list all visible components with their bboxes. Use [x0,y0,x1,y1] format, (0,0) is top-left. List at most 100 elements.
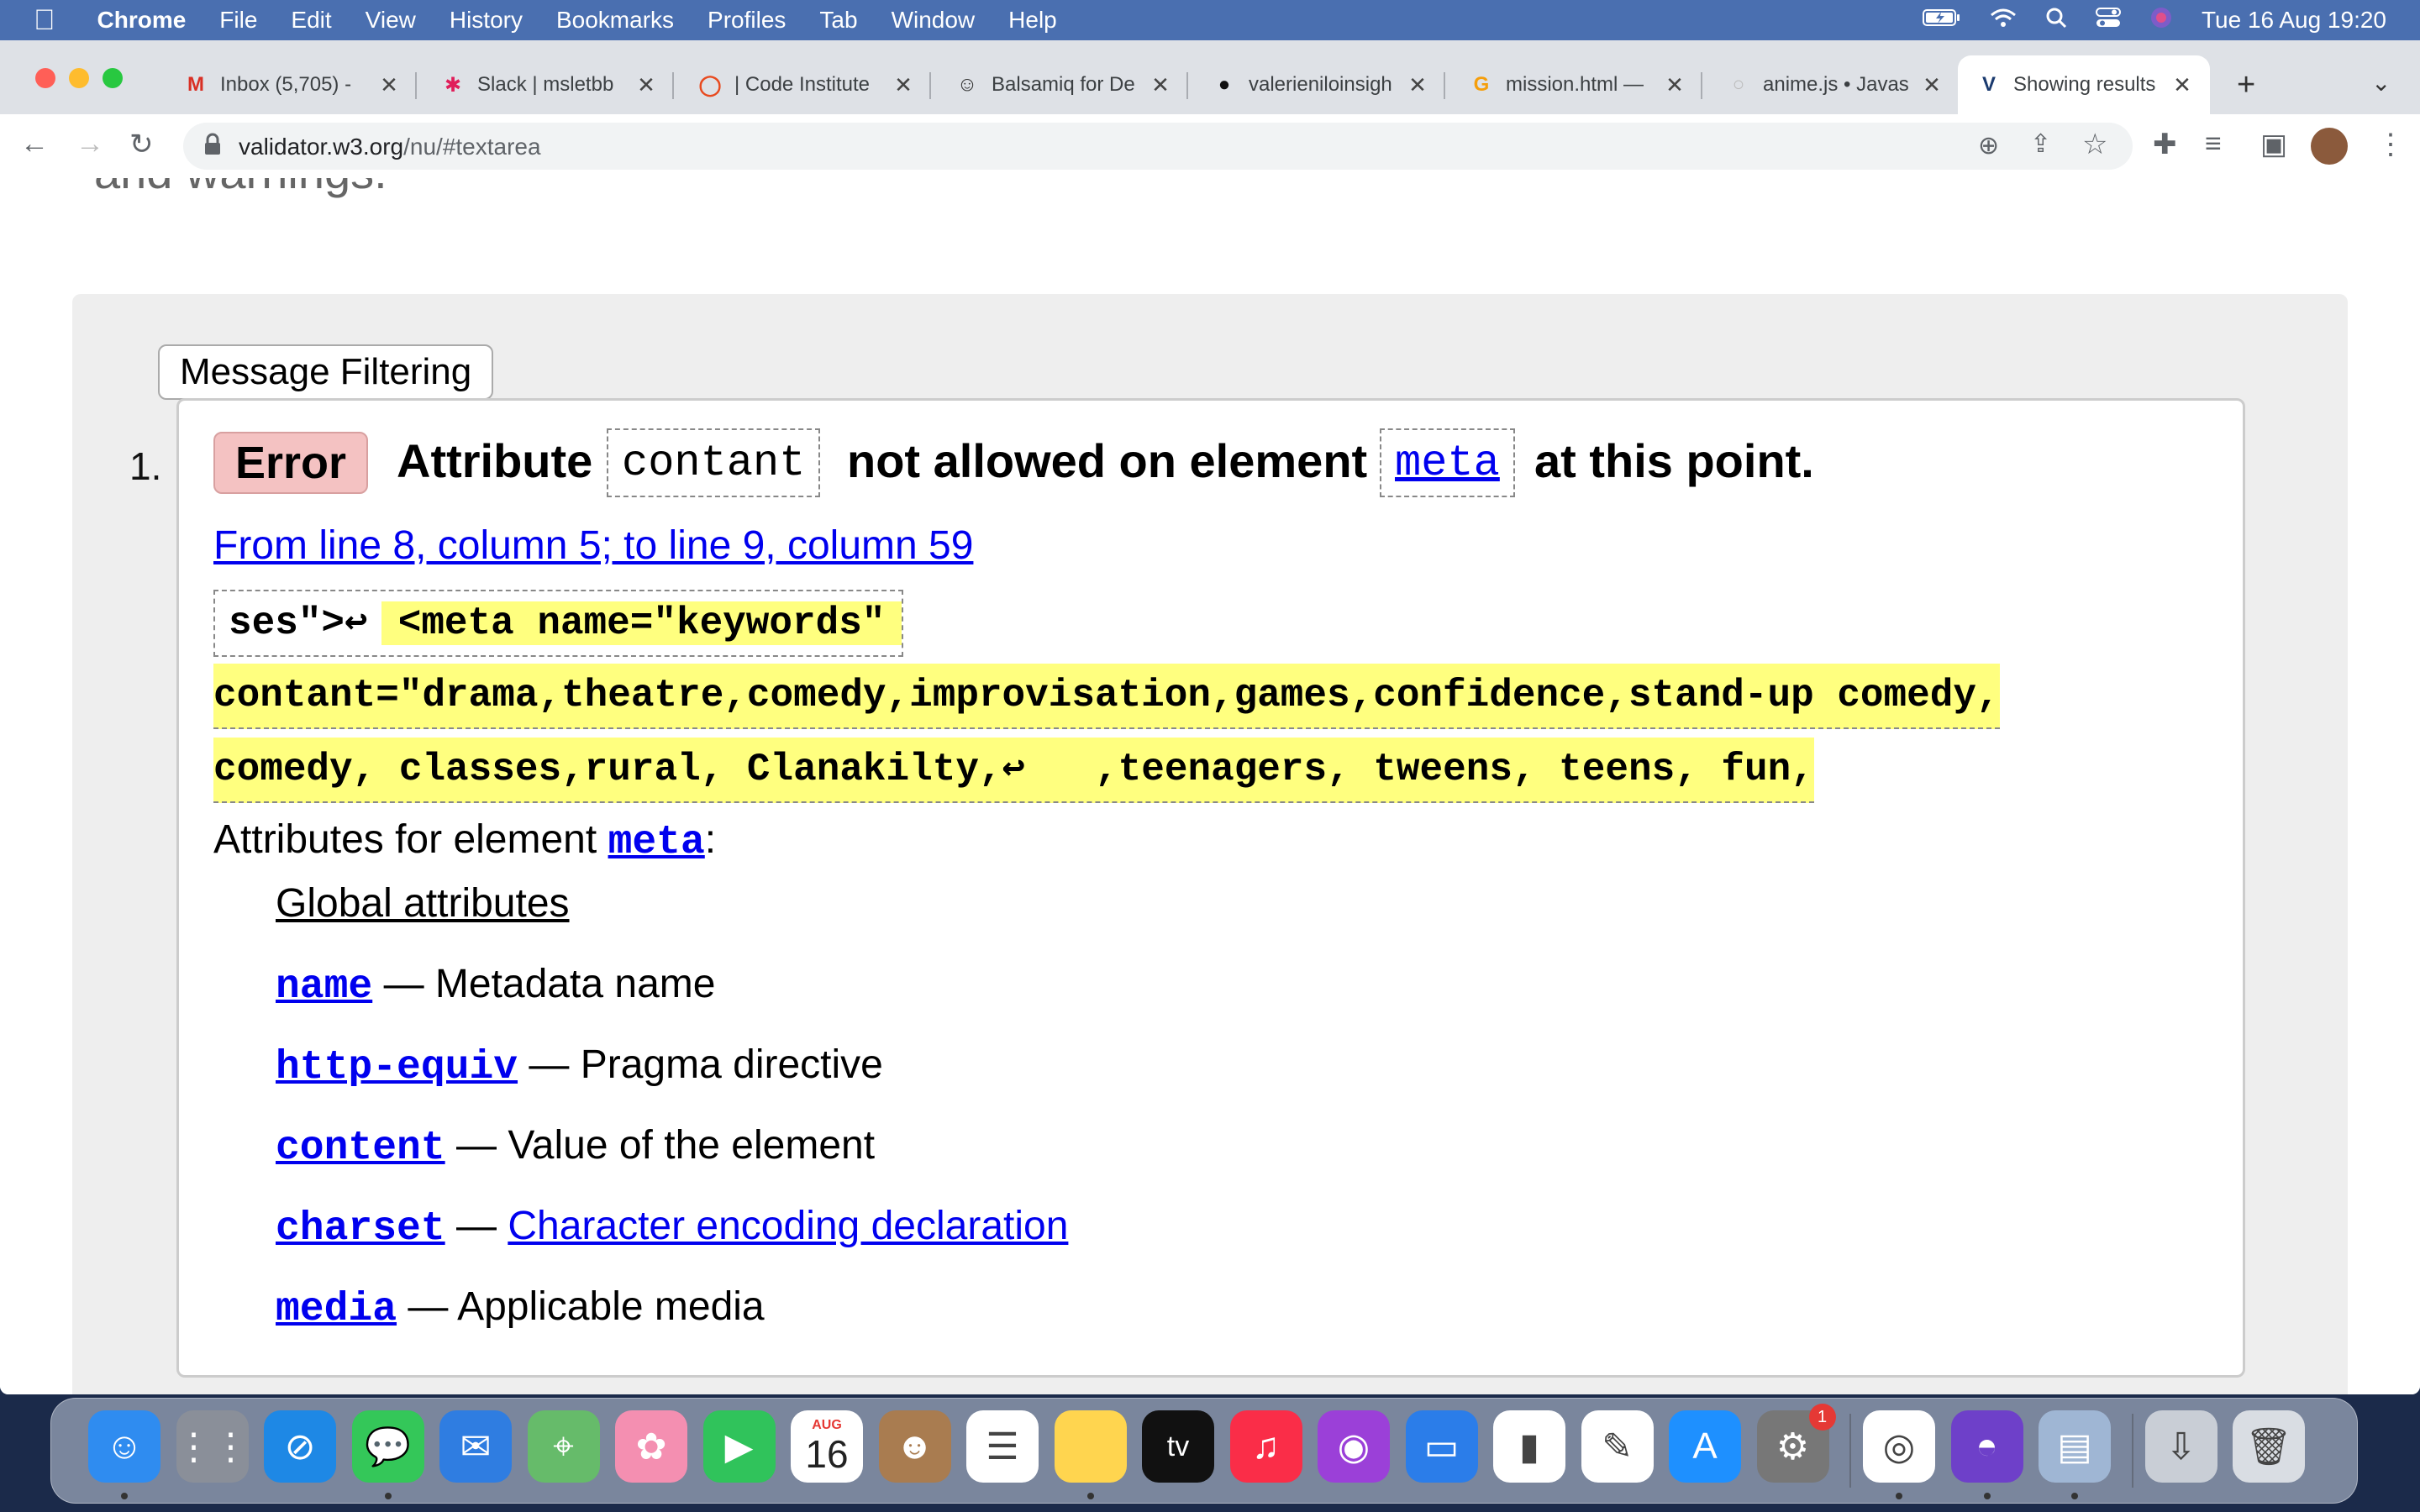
tab-title: Balsamiq for De [992,73,1135,96]
menu-window[interactable]: Window [875,7,992,34]
launchpad-icon[interactable]: ⋮⋮ [176,1410,250,1483]
close-tab-icon[interactable]: ✕ [1662,72,1687,98]
finder-icon[interactable]: ☺ [88,1410,160,1483]
pages-icon[interactable]: ✎ [1581,1410,1654,1483]
tab-slack[interactable]: ✱ Slack | msletbb ✕ [422,55,674,114]
zoom-window-button[interactable] [103,68,123,88]
messages-icon[interactable]: 💬 [351,1410,424,1483]
attribute-link[interactable]: media [276,1287,397,1332]
meta-element-link[interactable]: meta [608,820,705,865]
apple-menu-icon[interactable]:  [0,4,81,37]
tab-search-chevron-icon[interactable]: ⌄ [2371,69,2391,97]
close-tab-icon[interactable]: ✕ [891,72,916,98]
appletv-icon[interactable]: tv [1142,1410,1214,1483]
system-preferences-icon[interactable]: ⚙ 1 [1756,1404,1836,1483]
preview-icon[interactable]: ▤ [2039,1410,2111,1483]
reminders-icon[interactable]: ☰ [966,1410,1039,1483]
github-desktop-icon[interactable]: ◓ [1950,1410,2023,1483]
bookmark-star-icon[interactable]: ☆ [2082,128,2107,161]
menu-help[interactable]: Help [992,7,1074,34]
menu-view[interactable]: View [349,7,433,34]
close-window-button[interactable] [35,68,55,88]
attribute-link[interactable]: content [276,1126,445,1171]
close-tab-icon[interactable]: ✕ [1919,72,1944,98]
running-indicator [121,1493,128,1499]
extract-context: ses">↩ [229,601,368,645]
more-menu-icon[interactable]: ⋮ [2376,128,2405,161]
tab-code-institute[interactable]: ◯ | Code Institute ✕ [679,55,931,114]
notification-badge: 1 [1808,1404,1836,1431]
menu-edit[interactable]: Edit [274,7,348,34]
music-icon[interactable]: ♫ [1229,1410,1302,1483]
side-panel-icon[interactable]: ▣ [2260,128,2287,161]
close-tab-icon[interactable]: ✕ [1405,72,1430,98]
calendar-day: 16 [805,1432,849,1476]
trash-icon[interactable]: 🗑 [2233,1410,2305,1483]
menu-clock[interactable]: Tue 16 Aug 19:20 [2202,7,2386,34]
tab-title: anime.js • Javas [1763,73,1909,96]
close-tab-icon[interactable]: ✕ [2170,72,2195,98]
close-tab-icon[interactable]: ✕ [634,72,659,98]
keynote-icon[interactable]: ▭ [1405,1410,1478,1483]
reload-icon[interactable]: ↻ [129,128,154,161]
lock-icon[interactable] [203,133,222,160]
tab-gmail[interactable]: M Inbox (5,705) - ✕ [165,55,417,114]
safari-icon[interactable]: ⊘ [264,1410,336,1483]
source-location-link[interactable]: From line 8, column 5; to line 9, column… [213,522,973,569]
wifi-icon[interactable] [1990,7,2017,34]
zoom-magnifier-icon[interactable]: ⊕ [1978,131,1999,160]
minimize-window-button[interactable] [69,68,89,88]
menu-bookmarks[interactable]: Bookmarks [539,7,691,34]
control-center-icon[interactable] [2095,7,2121,34]
attribute-link[interactable]: name [276,964,372,1010]
extract-highlight: comedy, classes,rural, Clanakilty,↩ [213,748,1026,791]
menu-history[interactable]: History [433,7,539,34]
mail-icon[interactable]: ✉ [439,1410,512,1483]
back-arrow-icon[interactable]: ← [20,128,49,160]
menu-file[interactable]: File [203,7,274,34]
close-tab-icon[interactable]: ✕ [376,72,402,98]
forward-arrow-icon[interactable]: → [76,128,104,160]
address-bar[interactable]: validator.w3.org/nu/#textarea ⊕ ⇪ ☆ [183,123,2133,170]
extensions-puzzle-icon[interactable]: ✚ [2153,128,2177,161]
chrome-icon[interactable]: ◎ [1863,1410,1935,1483]
tab-github[interactable]: ● valerieniloinsigh ✕ [1193,55,1445,114]
message-filtering-button[interactable]: Message Filtering [158,344,494,400]
menu-app-name[interactable]: Chrome [81,7,203,34]
appstore-icon[interactable]: A [1669,1410,1741,1483]
attribute-link[interactable]: http-equiv [276,1045,518,1090]
attribute-desc: — [455,1204,508,1248]
downloads-icon[interactable]: ⇩ [2144,1410,2217,1483]
maps-icon[interactable]: ⌖ [527,1410,600,1483]
battery-icon[interactable] [1922,7,1961,34]
podcasts-icon[interactable]: ◉ [1318,1410,1390,1483]
attribute-item-media: media — Applicable media [276,1284,765,1332]
github-icon: ● [1218,73,1231,96]
page-viewport: and warnings. Message Filtering 1. Error… [0,178,2420,1394]
tab-title: Inbox (5,705) - [220,73,352,96]
new-tab-plus-icon[interactable]: + [2237,67,2255,103]
character-encoding-link[interactable]: Character encoding declaration [508,1204,1068,1248]
facetime-icon[interactable]: ▶ [702,1410,776,1483]
share-icon[interactable]: ⇪ [2030,129,2051,159]
profile-avatar[interactable] [2311,128,2348,165]
attribute-link[interactable]: charset [276,1206,445,1252]
url-text[interactable]: validator.w3.org/nu/#textarea [239,134,541,160]
menu-profiles[interactable]: Profiles [691,7,802,34]
tab-w3c-validator[interactable]: V Showing results ✕ [1958,55,2210,114]
tab-balsamiq[interactable]: ☺ Balsamiq for De ✕ [936,55,1188,114]
global-attributes-link[interactable]: Global attributes [276,880,570,927]
calendar-icon[interactable]: AUG 16 [791,1410,863,1483]
tab-animejs[interactable]: ○ anime.js • Javas ✕ [1707,55,1960,114]
menu-tab[interactable]: Tab [802,7,874,34]
siri-icon[interactable] [2149,6,2173,35]
photos-icon[interactable]: ✿ [615,1410,687,1483]
numbers-icon[interactable]: ▮ [1493,1410,1565,1483]
notes-icon[interactable] [1054,1410,1127,1483]
contacts-icon[interactable]: ☻ [878,1410,951,1483]
spotlight-search-icon[interactable] [2045,7,2067,34]
meta-element-link[interactable]: meta [1395,438,1500,488]
close-tab-icon[interactable]: ✕ [1148,72,1173,98]
media-control-icon[interactable]: ≡ [2205,128,2222,160]
tab-gitpod[interactable]: G mission.html — ✕ [1450,55,1702,114]
